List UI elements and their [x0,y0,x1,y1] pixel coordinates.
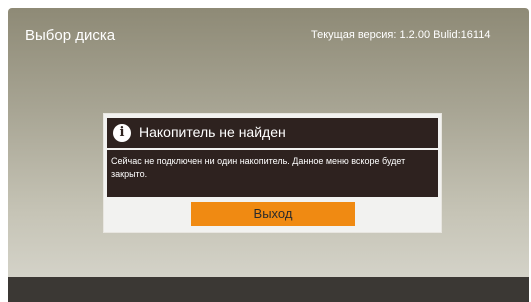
dialog-message: Сейчас не подключен ни один накопитель. … [107,150,438,197]
bottom-bar [8,277,529,302]
exit-button[interactable]: Выход [191,202,355,226]
no-drive-dialog: i Накопитель не найден Сейчас не подключ… [103,113,442,233]
info-icon: i [113,124,131,142]
screen-title: Выбор диска [25,27,116,44]
version-info: Текущая версия: 1.2.00 Bulid:16114 [311,29,491,41]
dialog-title: Накопитель не найден [139,124,286,140]
disk-selection-screen: Выбор диска Текущая версия: 1.2.00 Bulid… [8,8,529,302]
dialog-header: i Накопитель не найден [107,118,438,148]
